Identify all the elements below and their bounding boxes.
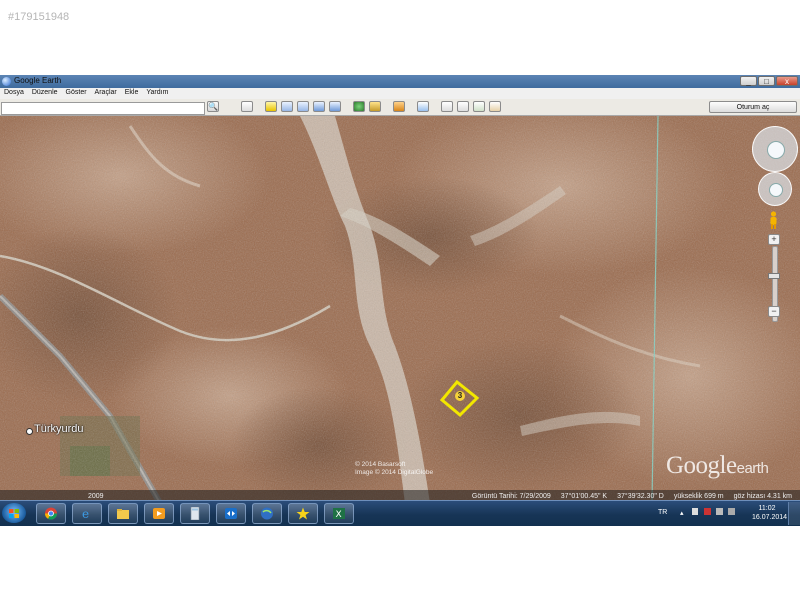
menu-tools[interactable]: Araçlar [91,88,121,99]
imagery-copyright: © 2014 Basarsoft Image © 2014 DigitalGlo… [355,461,433,477]
google-earth-app-icon [2,77,11,86]
language-indicator[interactable]: TR [658,509,667,516]
ruler-icon[interactable] [417,101,429,112]
calculator-icon[interactable] [180,503,210,524]
sky-icon[interactable] [353,101,365,112]
title-bar[interactable]: Google Earth _ □ x [0,75,800,88]
satellite-map-view[interactable]: 3 Türkyurdu + − Googleearth © 2014 Basar… [0,116,800,503]
listing-id: #179151948 [8,11,70,23]
zoom-slider-thumb[interactable] [768,273,780,279]
street-view-pegman-icon[interactable] [769,211,778,229]
parcel-marker[interactable]: 3 [455,391,465,401]
volume-icon[interactable] [728,508,735,515]
hand-icon[interactable] [769,183,783,197]
svg-text:e: e [82,507,89,520]
google-earth-watermark: Googleearth [666,452,769,480]
polygon-icon[interactable] [281,101,293,112]
terrain-imagery [0,116,800,503]
svg-text:X: X [336,510,342,520]
toolbar: 🔍 Oturum aç [0,99,800,116]
chrome-icon[interactable] [36,503,66,524]
watermark-google: Google [666,452,737,479]
excel-icon[interactable]: X [324,503,354,524]
show-desktop-button[interactable] [788,502,800,525]
yellow-star-icon[interactable] [288,503,318,524]
window-controls: _ □ x [740,76,798,86]
clock-date: 16.07.2014 [752,514,788,521]
google-earth-window: Google Earth _ □ x Dosya Düzenle Göster … [0,75,800,525]
system-clock[interactable]: 11:02 16.07.2014 [752,504,788,522]
teamviewer-icon[interactable] [216,503,246,524]
email-icon[interactable] [441,101,453,112]
move-navigation-ring[interactable] [758,172,792,206]
zoom-in-button[interactable]: + [768,234,780,245]
google-earth-icon[interactable] [252,503,282,524]
start-button[interactable] [2,503,26,523]
action-center-flag-icon[interactable] [692,508,698,515]
clock-time: 11:02 [758,505,776,512]
tour-icon[interactable] [329,101,341,112]
look-navigation-ring[interactable] [752,126,798,172]
image-overlay-icon[interactable] [313,101,325,112]
placemark-icon[interactable] [265,101,277,112]
internet-explorer-icon[interactable]: e [72,503,102,524]
close-button[interactable]: x [776,76,798,86]
zoom-out-button[interactable]: − [768,306,780,317]
window-title: Google Earth [14,76,62,85]
menu-bar: Dosya Düzenle Göster Araçlar Ekle Yardım [0,88,800,99]
copyright-line-1: © 2014 Basarsoft [355,461,406,468]
minimize-button[interactable]: _ [740,76,757,86]
maps-icon[interactable] [473,101,485,112]
maximize-button[interactable]: □ [758,76,775,86]
menu-file[interactable]: Dosya [0,88,28,99]
search-input[interactable] [1,102,205,115]
eye-icon[interactable] [767,141,785,159]
menu-add[interactable]: Ekle [121,88,143,99]
explorer-folder-icon[interactable] [108,503,138,524]
sidebar-icon[interactable] [241,101,253,112]
search-button[interactable]: 🔍 [207,101,219,112]
media-player-icon[interactable] [144,503,174,524]
windows-logo-icon [9,509,19,518]
share-icon[interactable] [489,101,501,112]
print-icon[interactable] [457,101,469,112]
windows-taskbar: e X TR ▴ 11:02 16.07.2014 [0,500,800,526]
tray-arrow-icon[interactable]: ▴ [680,509,684,517]
menu-help[interactable]: Yardım [142,88,172,99]
historical-imagery-icon[interactable] [393,101,405,112]
menu-view[interactable]: Göster [62,88,91,99]
menu-edit[interactable]: Düzenle [28,88,62,99]
network-icon[interactable] [716,508,723,515]
copyright-line-2: Image © 2014 DigitalGlobe [355,469,434,476]
village-pin-icon[interactable] [26,428,33,435]
watermark-earth: earth [736,460,769,477]
village-label[interactable]: Türkyurdu [34,423,84,435]
sunlight-icon[interactable] [369,101,381,112]
login-button[interactable]: Oturum aç [709,101,797,113]
path-icon[interactable] [297,101,309,112]
tray-alert-icon[interactable] [704,508,711,515]
